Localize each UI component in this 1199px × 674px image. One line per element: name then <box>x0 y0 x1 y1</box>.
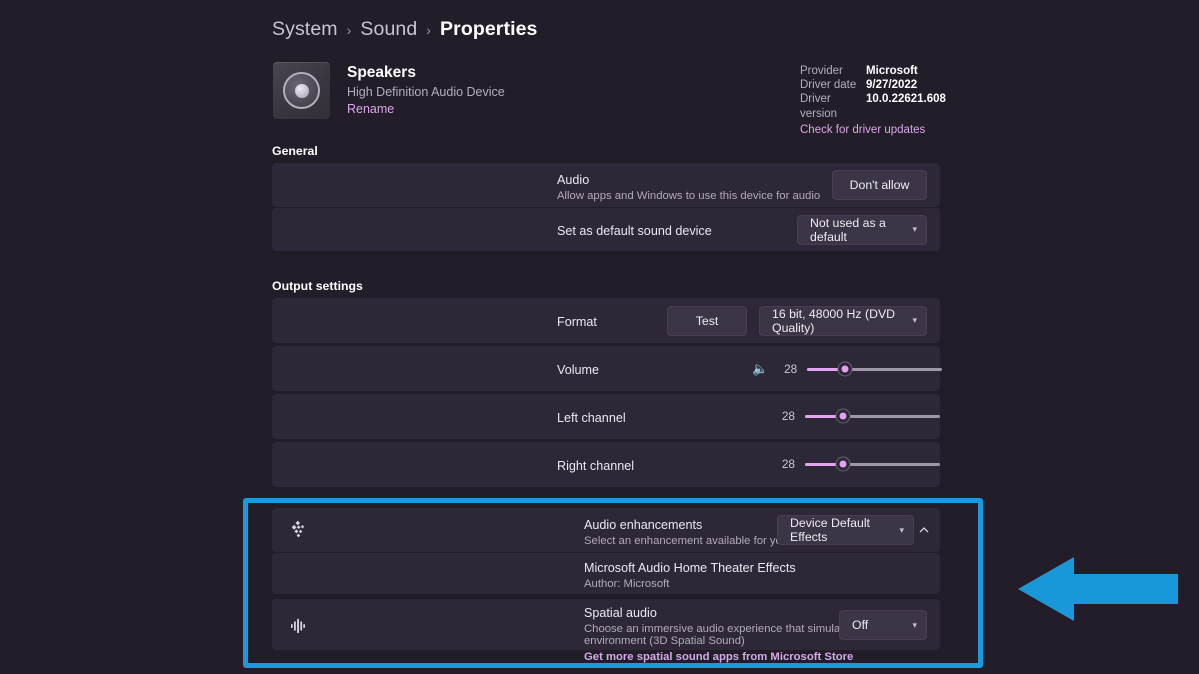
spatial-audio-dropdown[interactable]: Off ▾ <box>839 610 927 640</box>
driver-version-label: Driver version <box>800 93 838 120</box>
spatial-audio-value: Off <box>852 618 869 632</box>
driver-info: Provider Microsoft Driver date 9/27/2022… <box>800 64 946 137</box>
default-device-dropdown[interactable]: Not used as a default ▾ <box>797 214 927 245</box>
enhancement-detail-name: Microsoft Audio Home Theater Effects <box>584 561 796 575</box>
enhancement-detail-author: Author: Microsoft <box>584 578 670 590</box>
default-device-value: Not used as a default <box>810 215 886 244</box>
audio-enhancements-dropdown[interactable]: Device Default Effects ▾ <box>777 515 914 545</box>
audio-enhancements-row: Audio enhancements Select an enhancement… <box>272 508 940 552</box>
right-channel-row: Right channel 28 <box>272 441 940 487</box>
audio-label: Audio <box>557 173 590 187</box>
right-channel-value: 28 <box>781 457 795 471</box>
rename-link[interactable]: Rename <box>347 102 394 116</box>
volume-slider[interactable] <box>807 362 943 376</box>
default-device-label: Set as default sound device <box>557 224 712 238</box>
dont-allow-button[interactable]: Don't allow <box>832 170 927 200</box>
format-label: Format <box>557 315 597 329</box>
chevron-down-icon: ▾ <box>899 524 904 535</box>
audio-effects-icon <box>286 519 310 541</box>
left-channel-value: 28 <box>781 409 795 423</box>
speaker-device-icon <box>273 62 330 119</box>
breadcrumb-item-system[interactable]: System <box>272 18 338 41</box>
driver-version-row: Driver version 10.0.22621.608 <box>800 92 946 120</box>
audio-enhancements-expander[interactable] <box>910 516 938 544</box>
audio-description: Allow apps and Windows to use this devic… <box>557 190 821 202</box>
spatial-audio-row: Spatial audio Choose an immersive audio … <box>272 598 940 663</box>
audio-row: Audio Allow apps and Windows to use this… <box>272 163 940 207</box>
breadcrumb: System › Sound › Properties <box>272 18 538 41</box>
driver-provider-label: Provider <box>800 65 843 77</box>
left-channel-slider-group: 28 <box>775 409 940 423</box>
breadcrumb-separator-icon: › <box>346 21 352 38</box>
enhancement-detail-row[interactable]: Microsoft Audio Home Theater Effects Aut… <box>272 552 940 594</box>
device-subtitle: High Definition Audio Device <box>347 85 505 99</box>
device-name: Speakers <box>347 64 416 81</box>
right-channel-slider[interactable] <box>805 457 940 471</box>
breadcrumb-item-sound[interactable]: Sound <box>360 18 417 41</box>
volume-slider-group: 🔈 28 <box>752 361 943 377</box>
right-channel-label: Right channel <box>557 459 635 473</box>
speaker-volume-icon[interactable]: 🔈 <box>752 361 768 377</box>
device-header: Speakers High Definition Audio Device Re… <box>273 62 505 119</box>
left-channel-slider[interactable] <box>805 409 940 423</box>
audio-enhancements-value: Device Default Effects <box>790 516 870 544</box>
breadcrumb-item-properties: Properties <box>440 18 538 40</box>
chevron-down-icon: ▾ <box>912 224 917 234</box>
driver-date-label: Driver date <box>800 79 857 92</box>
format-row: Format Test 16 bit, 48000 Hz (DVD Qualit… <box>272 298 940 343</box>
left-channel-slider-thumb[interactable] <box>836 409 850 423</box>
chevron-down-icon: ▾ <box>912 619 917 630</box>
driver-date-row: Driver date 9/27/2022 <box>800 78 946 92</box>
annotation-arrow-left <box>1018 553 1178 630</box>
volume-row: Volume 🔈 28 <box>272 345 943 391</box>
right-channel-slider-group: 28 <box>775 457 940 471</box>
right-channel-slider-thumb[interactable] <box>836 457 850 471</box>
default-device-row: Set as default sound device Not used as … <box>272 207 940 251</box>
volume-slider-thumb[interactable] <box>838 362 852 376</box>
volume-label: Volume <box>557 363 600 377</box>
section-title-general: General <box>272 144 318 158</box>
spatial-audio-store-link[interactable]: Get more spatial sound apps from Microso… <box>584 651 853 663</box>
left-channel-label: Left channel <box>557 411 626 425</box>
volume-value: 28 <box>784 362 798 376</box>
driver-provider-row: Provider Microsoft <box>800 64 946 78</box>
spatial-audio-icon <box>286 615 310 637</box>
format-dropdown[interactable]: 16 bit, 48000 Hz (DVD Quality) ▾ <box>759 305 927 336</box>
breadcrumb-separator-icon: › <box>426 21 432 38</box>
section-title-output: Output settings <box>272 279 363 293</box>
settings-page: System › Sound › Properties Speakers Hig… <box>0 0 1199 674</box>
chevron-up-icon <box>919 527 929 533</box>
chevron-down-icon: ▾ <box>912 315 917 325</box>
driver-version-value: 10.0.22621.608 <box>866 93 946 106</box>
format-value: 16 bit, 48000 Hz (DVD Quality) <box>772 306 896 335</box>
test-button[interactable]: Test <box>667 305 747 336</box>
left-channel-row: Left channel 28 <box>272 393 940 439</box>
driver-date-value: 9/27/2022 <box>866 79 918 92</box>
driver-provider-value: Microsoft <box>866 65 918 77</box>
check-driver-updates-link[interactable]: Check for driver updates <box>800 123 925 137</box>
